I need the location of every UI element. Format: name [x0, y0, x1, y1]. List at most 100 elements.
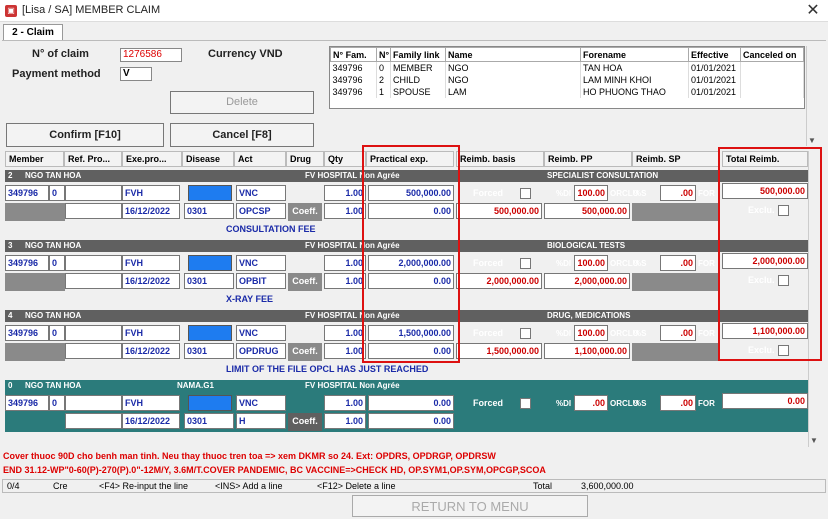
claim-number-label: N° of claim	[32, 48, 89, 60]
app-icon: ▣	[5, 5, 17, 17]
line-disease-lookup[interactable]	[188, 255, 232, 271]
family-cell: 01/01/2021	[688, 61, 741, 74]
line-ref-index[interactable]: 0	[49, 325, 65, 341]
line-qty-field[interactable]: 1.00	[324, 185, 366, 201]
line-exe-field[interactable]: FVH	[122, 185, 180, 201]
forced-checkbox[interactable]	[520, 258, 531, 269]
status-total-value: 3,600,000.00	[581, 481, 634, 491]
line-ref2-field[interactable]	[65, 203, 122, 219]
line-ref-field[interactable]	[65, 395, 122, 411]
line-member-field[interactable]: 349796	[5, 395, 49, 411]
col-sp: Reimb. SP	[632, 151, 720, 167]
return-to-menu-button[interactable]: RETURN TO MENU	[352, 495, 588, 517]
line-act-code-field[interactable]: OPDRUG	[236, 343, 286, 359]
line-description: CONSULTATION FEE	[226, 224, 316, 234]
line-member-name: NGO TAN HOA	[25, 311, 82, 320]
line-exe-field[interactable]: FVH	[122, 255, 180, 271]
line-practical-field[interactable]: 0.00	[368, 395, 454, 411]
pct-di-field[interactable]: .00	[574, 395, 608, 411]
line-act-code-field[interactable]: H	[236, 413, 286, 429]
line-disease-field[interactable]: 0301	[184, 413, 234, 429]
line-act-field[interactable]: VNC	[236, 185, 286, 201]
line-spacer	[5, 273, 65, 291]
forced-checkbox[interactable]	[520, 398, 531, 409]
family-cell: MEMBER	[390, 61, 446, 74]
currency-label: Currency VND	[208, 48, 283, 60]
line-disease-lookup[interactable]	[188, 395, 232, 411]
line-date-field[interactable]: 16/12/2022	[122, 203, 180, 219]
tab-claim[interactable]: 2 - Claim	[3, 24, 63, 40]
family-header-row: N° Fam. N° Family link Name Forename Eff…	[330, 47, 804, 62]
line-exe-field[interactable]: FVH	[122, 395, 180, 411]
chevron-down-icon[interactable]: ▼	[808, 136, 816, 145]
line-act-field[interactable]: VNC	[236, 255, 286, 271]
line-date-field[interactable]: 16/12/2022	[122, 343, 180, 359]
forced-checkbox[interactable]	[520, 328, 531, 339]
line-member-name: NGO TAN HOA	[25, 171, 82, 180]
line-disease-field[interactable]: 0301	[184, 203, 234, 219]
line-basis-field: 2,000,000.00	[456, 273, 542, 289]
col-pp: Reimb. PP	[544, 151, 632, 167]
line-practical2-field[interactable]: 0.00	[368, 413, 454, 429]
line-qty-field[interactable]: 1.00	[324, 255, 366, 271]
claim-number-field[interactable]: 1276586	[120, 48, 182, 62]
line-qty-field[interactable]: 1.00	[324, 325, 366, 341]
line-member-field[interactable]: 349796	[5, 185, 49, 201]
forced-checkbox[interactable]	[520, 188, 531, 199]
delete-button[interactable]: Delete	[170, 91, 314, 114]
line-exe-field[interactable]: FVH	[122, 325, 180, 341]
sp-field[interactable]: .00	[660, 255, 696, 271]
line-ref-field[interactable]	[65, 255, 122, 271]
table-row[interactable]: 349796 1 SPOUSE LAM HO PHUONG THAO 01/01…	[330, 85, 804, 98]
family-cell: NGO	[445, 61, 581, 74]
confirm-button[interactable]: Confirm [F10]	[6, 123, 164, 147]
pct-di-field[interactable]: 100.00	[574, 325, 608, 341]
family-header: Effective	[688, 47, 741, 62]
line-ref-index[interactable]: 0	[49, 255, 65, 271]
sp-field[interactable]: .00	[660, 325, 696, 341]
line-member-field[interactable]: 349796	[5, 255, 49, 271]
line-coeff-field[interactable]: 1.00	[324, 273, 366, 289]
line-member-field[interactable]: 349796	[5, 325, 49, 341]
line-number: 2	[8, 171, 13, 180]
line-disease-lookup[interactable]	[188, 185, 232, 201]
line-ref-index[interactable]: 0	[49, 185, 65, 201]
family-cell: 0	[376, 61, 391, 74]
line-coeff-field[interactable]: 1.00	[324, 343, 366, 359]
pct-di-field[interactable]: 100.00	[574, 255, 608, 271]
line-date-field[interactable]: 16/12/2022	[122, 273, 180, 289]
line-ref-index[interactable]: 0	[49, 395, 65, 411]
chevron-down-icon[interactable]: ▼	[810, 436, 818, 445]
family-table: N° Fam. N° Family link Name Forename Eff…	[329, 46, 805, 109]
close-icon[interactable]: ✕	[798, 0, 828, 22]
line-date-field[interactable]: 16/12/2022	[122, 413, 180, 429]
line-ref-field[interactable]	[65, 325, 122, 341]
line-disease-field[interactable]: 0301	[184, 343, 234, 359]
line-act-code-field[interactable]: OPBIT	[236, 273, 286, 289]
line-disease-field[interactable]: 0301	[184, 273, 234, 289]
col-ref: Ref. Pro...	[64, 151, 122, 167]
line-disease-lookup[interactable]	[188, 325, 232, 341]
sp-field[interactable]: .00	[660, 395, 696, 411]
pct-di-label: %DI	[556, 399, 572, 408]
sp-field[interactable]: .00	[660, 185, 696, 201]
line-ref-field[interactable]	[65, 185, 122, 201]
line-ref2-field[interactable]	[65, 273, 122, 289]
line-act-code-field[interactable]: OPCSP	[236, 203, 286, 219]
table-row[interactable]: 349796 0 MEMBER NGO TAN HOA 01/01/2021	[330, 61, 804, 74]
col-basis: Reimb. basis	[456, 151, 544, 167]
line-qty-field[interactable]: 1.00	[324, 395, 366, 411]
line-ref2-field[interactable]	[65, 413, 122, 429]
line-coeff-field[interactable]: 1.00	[324, 203, 366, 219]
payment-method-field[interactable]: V	[120, 67, 152, 81]
line-act-field[interactable]: VNC	[236, 395, 286, 411]
cancel-button[interactable]: Cancel [F8]	[170, 123, 314, 147]
family-scrollbar[interactable]	[806, 46, 820, 146]
payment-method-label: Payment method	[12, 68, 101, 80]
line-coeff-field[interactable]: 1.00	[324, 413, 366, 429]
line-ref2-field[interactable]	[65, 343, 122, 359]
table-row[interactable]: 349796 2 CHILD NGO LAM MINH KHOI 01/01/2…	[330, 73, 804, 86]
line-act-field[interactable]: VNC	[236, 325, 286, 341]
pct-di-field[interactable]: 100.00	[574, 185, 608, 201]
status-f4: <F4> Re-input the line	[99, 481, 189, 491]
